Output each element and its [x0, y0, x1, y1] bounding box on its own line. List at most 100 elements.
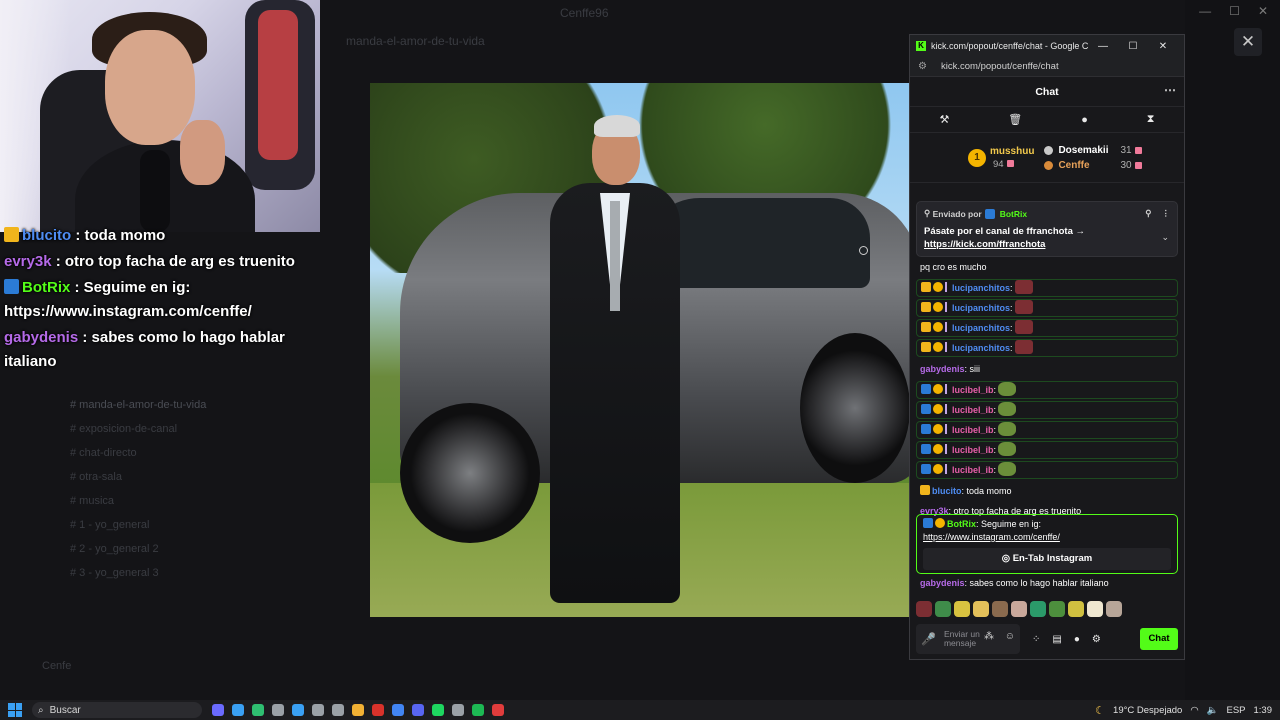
close-button[interactable]: ✕	[1148, 41, 1178, 52]
quick-emote-icon[interactable]	[954, 601, 970, 617]
chat-badge-icon	[921, 404, 931, 414]
taskbar-app-icon[interactable]	[232, 704, 244, 716]
windows-start-icon[interactable]	[8, 703, 22, 717]
chat-username[interactable]: lucibel_ib	[952, 425, 994, 435]
chat-username[interactable]: lucibel_ib	[952, 445, 994, 455]
medal-icon	[1044, 160, 1054, 170]
windows-taskbar: ⌕ Buscar ☾ 19°C Despejado ◠ 🔈 ESP 1:39	[0, 700, 1280, 720]
store-icon[interactable]: ▤	[1052, 634, 1061, 645]
taskbar-app-icon[interactable]	[252, 704, 264, 716]
chat-username[interactable]: lucibel_ib	[952, 465, 994, 475]
overlay-chat-user: evry3k	[4, 253, 52, 270]
taskbar-app-icon[interactable]	[372, 704, 384, 716]
taskbar-app-icon[interactable]	[292, 704, 304, 716]
taskbar-app-icon[interactable]	[272, 704, 284, 716]
taskbar-app-icon[interactable]	[432, 704, 444, 716]
pinned-link[interactable]: https://kick.com/ffranchota	[924, 238, 1170, 251]
chat-username[interactable]: lucipanchitos	[952, 323, 1010, 333]
taskbar-app-icon[interactable]	[332, 704, 344, 716]
leaderboard-entry[interactable]: Cenffe 30	[1044, 158, 1142, 173]
chat-badge-icon	[945, 322, 950, 332]
taskbar-app-icon[interactable]	[412, 704, 424, 716]
pin-more-icon[interactable]: ⋮	[1162, 208, 1171, 219]
chat-username[interactable]: lucipanchitos	[952, 283, 1010, 293]
language-indicator[interactable]: ESP	[1226, 705, 1245, 716]
minimize-icon: —	[1199, 4, 1212, 18]
close-icon: ✕	[1257, 4, 1268, 18]
taskbar-app-icon[interactable]	[492, 704, 504, 716]
background-user-name: Cenfe	[42, 660, 72, 672]
quick-emote-icon[interactable]	[916, 601, 932, 617]
taskbar-app-icon[interactable]	[352, 704, 364, 716]
gifts-icon[interactable]: ⁘	[1032, 634, 1040, 645]
pinned-message[interactable]: ⚲ Enviado por BotRix ⚲ ⋮ Pásate por el c…	[916, 201, 1178, 257]
chat-separator: :	[1010, 283, 1013, 293]
promo-link[interactable]: https://www.instagram.com/cenffe/	[923, 531, 1171, 544]
overlay-chat-line: BotRix : Seguime en ig: https://www.inst…	[4, 276, 304, 324]
send-chat-button[interactable]: Chat	[1140, 628, 1178, 650]
leaderboard-entry[interactable]: Dosemakii 31	[1044, 143, 1142, 158]
quick-emote-icon[interactable]	[1049, 601, 1065, 617]
chevron-down-icon[interactable]: ⌄	[1161, 232, 1169, 243]
emote-icon	[1014, 340, 1033, 354]
clock[interactable]: 1:39	[1254, 705, 1273, 716]
taskbar-app-icon[interactable]	[392, 704, 404, 716]
volume-icon[interactable]: 🔈	[1207, 705, 1219, 716]
last-message: gabydenis: sabes como lo hago hablar ita…	[920, 578, 1109, 588]
leaderboard-first-name[interactable]: musshuu	[990, 145, 1034, 158]
unpin-icon[interactable]: ⚲	[1145, 208, 1151, 219]
quick-emote-icon[interactable]	[1087, 601, 1103, 617]
chat-username[interactable]: lucibel_ib	[952, 405, 994, 415]
promo-user[interactable]: BotRix	[947, 519, 976, 529]
chat-bubble-icon[interactable]: ●	[1081, 114, 1088, 126]
chat-message: lucibel_ib:	[916, 381, 1178, 399]
window-controls[interactable]: — ☐ ✕	[1199, 4, 1268, 18]
trash-icon[interactable]: 🗑	[1008, 113, 1022, 126]
hourglass-icon[interactable]: ⧗	[1147, 113, 1155, 126]
background-channel-item: # 3 - yo_general 3	[70, 567, 159, 579]
taskbar-app-icon[interactable]	[452, 704, 464, 716]
chat-username[interactable]: blucito	[932, 486, 962, 496]
quick-emote-icon[interactable]	[1011, 601, 1027, 617]
translate-icon[interactable]: ⁂	[984, 632, 994, 642]
close-panel-button[interactable]: ✕	[1234, 28, 1262, 56]
instagram-button[interactable]: ◎ En-Tab Instagram	[923, 548, 1171, 570]
quick-emote-icon[interactable]	[992, 601, 1008, 617]
settings-icon[interactable]: ⚙	[1092, 634, 1101, 645]
hammer-icon[interactable]: ⚒	[939, 113, 949, 126]
overlay-chat-user: blucito	[22, 227, 72, 244]
chat-bubble-icon[interactable]: ●	[1074, 634, 1080, 645]
quick-emote-icon[interactable]	[1068, 601, 1084, 617]
emoji-icon[interactable]: ☺	[1005, 632, 1015, 642]
chat-username[interactable]: gabydenis	[920, 364, 965, 374]
chat-username[interactable]: lucipanchitos	[952, 303, 1010, 313]
leaderboard-entry-points: 30	[1120, 159, 1132, 171]
chat-badge-icon	[920, 485, 930, 495]
taskbar-search[interactable]: ⌕ Buscar	[32, 702, 202, 718]
kick-logo-icon: K	[916, 41, 926, 51]
minimize-button[interactable]: —	[1088, 41, 1118, 52]
site-settings-icon[interactable]: ⚙	[918, 61, 930, 72]
chat-input[interactable]: 🎤 Enviar un mensaje ⁂ ☺	[916, 624, 1020, 654]
taskbar-app-icon[interactable]	[212, 704, 224, 716]
last-message-user[interactable]: gabydenis	[920, 578, 965, 588]
microphone-icon[interactable]: 🎤	[921, 633, 936, 645]
shared-image	[370, 83, 909, 617]
quick-emote-icon[interactable]	[1106, 601, 1122, 617]
chat-badge-icon	[933, 322, 943, 332]
wifi-icon[interactable]: ◠	[1190, 705, 1198, 716]
weather-text[interactable]: 19°C Despejado	[1113, 705, 1182, 716]
leaderboard-entry-name: Dosemakii	[1058, 144, 1109, 156]
more-options-icon[interactable]: ⋯	[1164, 83, 1176, 97]
taskbar-app-icon[interactable]	[472, 704, 484, 716]
pinned-by-user[interactable]: BotRix	[1000, 209, 1027, 219]
maximize-button[interactable]: ☐	[1118, 41, 1148, 52]
chat-username[interactable]: lucipanchitos	[952, 343, 1010, 353]
chat-username[interactable]: lucibel_ib	[952, 385, 994, 395]
quick-emote-icon[interactable]	[1030, 601, 1046, 617]
quick-emote-icon[interactable]	[973, 601, 989, 617]
taskbar-app-icon[interactable]	[312, 704, 324, 716]
chat-separator: :	[1010, 303, 1013, 313]
address-bar[interactable]: ⚙ kick.com/popout/cenffe/chat	[910, 57, 1184, 77]
quick-emote-icon[interactable]	[935, 601, 951, 617]
